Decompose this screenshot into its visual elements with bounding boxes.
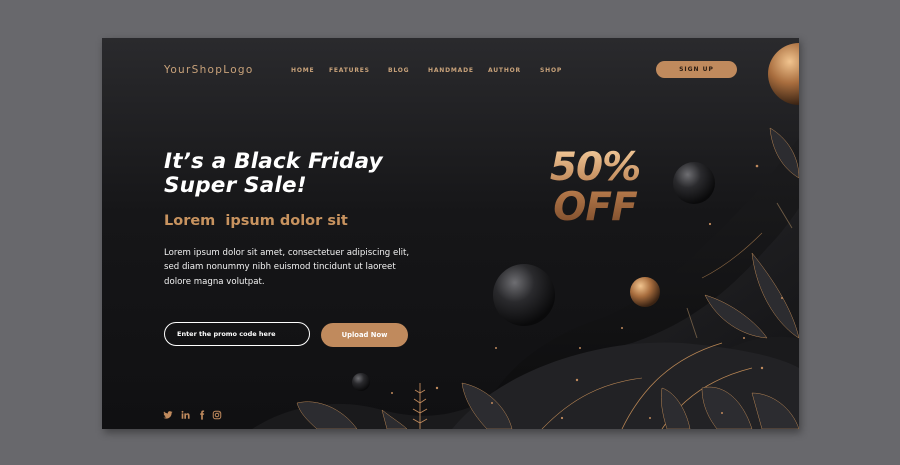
- hero-description-line: dolore magna volutpat.: [164, 276, 265, 287]
- nav-item-handmade[interactable]: HANDMADE: [428, 67, 474, 74]
- shop-logo[interactable]: YourShopLogo: [164, 64, 254, 76]
- nav-item-blog[interactable]: BLOG: [388, 67, 409, 74]
- gold-sphere: [630, 277, 660, 307]
- hero-subtitle: Lorem ipsum dolor sit: [164, 213, 348, 229]
- hero-title: It’s a Black Friday Super Sale!: [164, 150, 464, 198]
- nav-item-shop[interactable]: SHOP: [540, 67, 562, 74]
- linkedin-icon[interactable]: [180, 410, 190, 420]
- nav-item-author[interactable]: AUTHOR: [488, 67, 521, 74]
- discount-off: OFF: [553, 185, 637, 230]
- sign-up-button[interactable]: SIGN UP: [656, 61, 737, 78]
- hero-description: Lorem ipsum dolor sit amet, consectetuer…: [164, 246, 434, 289]
- hero-title-line2: Super Sale!: [164, 173, 307, 198]
- hero-description-line: Lorem ipsum dolor sit amet, consectetuer…: [164, 248, 410, 258]
- nav-item-home[interactable]: HOME: [291, 67, 314, 74]
- instagram-icon[interactable]: [212, 410, 222, 420]
- upload-now-button[interactable]: Upload Now: [321, 323, 408, 347]
- nav-item-features[interactable]: FEATURES: [329, 67, 370, 74]
- facebook-icon[interactable]: [197, 410, 207, 420]
- dark-sphere: [493, 264, 555, 326]
- dark-sphere: [352, 373, 370, 391]
- hero-title-line1: It’s a Black Friday: [164, 149, 383, 174]
- dark-sphere: [673, 162, 715, 204]
- hero-description-line: sed diam nonummy nibh euismod tincidunt …: [164, 262, 396, 273]
- discount-badge: 50% OFF: [538, 148, 652, 228]
- decorative-artwork: [252, 43, 799, 429]
- discount-percent: 50%: [549, 145, 641, 190]
- gold-sphere: [768, 43, 799, 105]
- promo-code-input[interactable]: [164, 322, 310, 346]
- twitter-icon[interactable]: [163, 410, 173, 420]
- landing-page: YourShopLogo HOME FEATURES BLOG HANDMADE…: [102, 38, 799, 429]
